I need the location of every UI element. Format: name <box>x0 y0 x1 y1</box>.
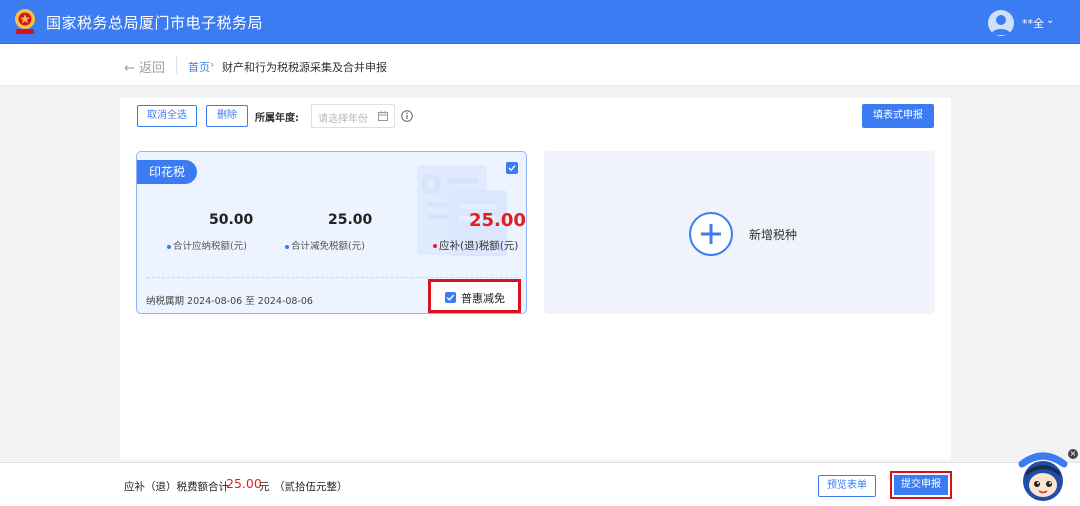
top-bar: 国家税务总局厦门市电子税务局 **全 ⌄ <box>0 0 1080 44</box>
year-label: 所属年度: <box>255 113 299 124</box>
total-relief-label: 合计减免税额(元) <box>285 238 365 252</box>
check-icon <box>446 294 455 301</box>
info-icon[interactable] <box>401 110 413 122</box>
fill-form-declare-button[interactable]: 填表式申报 <box>862 104 934 128</box>
total-relief-label-text: 合计减免税额(元) <box>291 241 365 252</box>
assistant-mascot-icon[interactable] <box>1014 450 1072 502</box>
total-due-amount: 25.00 <box>226 476 262 491</box>
year-picker[interactable]: 请选择年份 <box>311 104 395 128</box>
year-picker-placeholder: 请选择年份 <box>318 114 368 125</box>
due-label-text: 应补(退)税额(元) <box>439 240 519 252</box>
tax-period: 纳税属期 2024-08-06 至 2024-08-06 <box>146 296 313 307</box>
total-payable-label-text: 合计应纳税额(元) <box>173 241 247 252</box>
total-due-unit: 元 <box>259 481 270 493</box>
plus-circle-icon[interactable] <box>689 212 733 256</box>
total-relief-amount: 25.00 <box>328 212 373 228</box>
user-name[interactable]: **全 <box>1022 15 1044 31</box>
add-tax-type-card[interactable]: 新增税种 <box>544 151 935 314</box>
tax-emblem-icon <box>15 9 35 34</box>
tax-type-tag: 印花税 <box>137 160 197 184</box>
scrollbar[interactable] <box>1074 86 1080 462</box>
back-link[interactable]: ← 返回 <box>124 57 165 76</box>
breadcrumb-separator: › <box>210 58 215 71</box>
preview-form-button[interactable]: 预览表单 <box>818 475 876 497</box>
total-due-in-words: （贰拾伍元整） <box>274 481 348 493</box>
submit-declaration-button[interactable]: 提交申报 <box>894 475 948 495</box>
total-payable-amount: 50.00 <box>209 212 254 228</box>
close-icon[interactable]: × <box>1068 449 1078 459</box>
due-amount: 25.00 <box>469 210 526 231</box>
breadcrumb-divider <box>176 56 177 74</box>
submit-button-highlight: 提交申报 <box>890 471 952 499</box>
breadcrumb: ← 返回 首页 › 财产和行为税税源采集及合并申报 <box>0 44 1080 86</box>
total-payable-label: 合计应纳税额(元) <box>167 238 247 252</box>
user-avatar[interactable] <box>988 10 1014 36</box>
add-tax-type-label[interactable]: 新增税种 <box>749 226 797 243</box>
relief-checkbox[interactable] <box>445 292 456 303</box>
chevron-down-icon[interactable]: ⌄ <box>1046 15 1054 26</box>
relief-label: 普惠减免 <box>461 292 505 305</box>
site-title: 国家税务总局厦门市电子税务局 <box>46 14 264 32</box>
due-label: 应补(退)税额(元) <box>433 238 518 253</box>
user-icon <box>991 15 1011 35</box>
total-due-label: 应补（退）税费额合计 <box>124 481 229 493</box>
check-icon <box>508 165 516 172</box>
card-divider <box>147 277 518 278</box>
delete-button[interactable]: 删除 <box>206 105 248 127</box>
breadcrumb-current: 财产和行为税税源采集及合并申报 <box>222 61 387 74</box>
plus-icon <box>701 224 721 244</box>
footer-bar: 应补（退）税费额合计 25.00 元 （贰拾伍元整） 预览表单 提交申报 <box>0 462 1080 506</box>
relief-checkbox-highlight[interactable]: 普惠减免 <box>428 279 521 313</box>
calendar-icon <box>378 111 388 121</box>
cancel-select-all-button[interactable]: 取消全选 <box>137 105 197 127</box>
card-checkbox[interactable] <box>506 162 518 174</box>
breadcrumb-home-link[interactable]: 首页 <box>188 59 210 75</box>
